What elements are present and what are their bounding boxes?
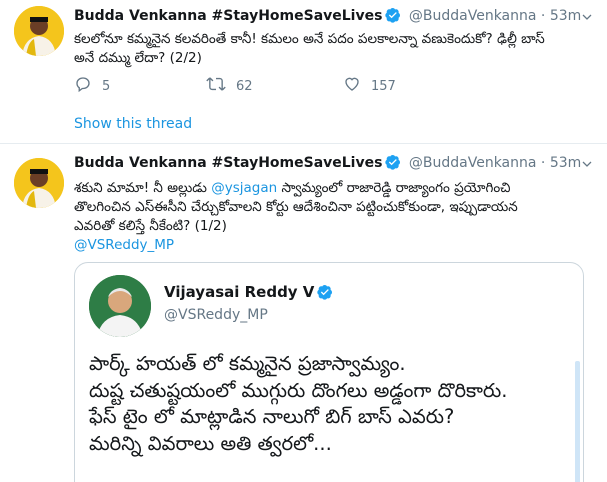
author-handle[interactable]: @BuddaVenkanna xyxy=(409,155,537,171)
tweet-text-fragment: శకుని మామా! నీ అల్లుడు xyxy=(74,180,212,196)
verified-badge-icon xyxy=(385,7,401,27)
mention-link[interactable]: @ysjagan xyxy=(211,180,277,196)
quoted-author-name-text: Vijayasai Reddy V xyxy=(164,283,315,301)
verified-badge-icon xyxy=(317,284,333,304)
avatar[interactable] xyxy=(89,275,151,337)
mention-link[interactable]: @VSReddy_MP xyxy=(74,236,590,255)
like-button[interactable]: 157 xyxy=(343,75,396,97)
scrollbar[interactable] xyxy=(575,361,580,482)
tweet-text-line: కలలోనూ కమ్మనైన కలవరింతే కానీ! కమలం అనే ప… xyxy=(74,31,545,47)
quoted-tweet-text: పార్క్ హయత్ లో కమ్మనైన ప్రజాస్వామ్యం. దు… xyxy=(89,351,549,457)
quoted-text-line: పార్క్ హయత్ లో కమ్మనైన ప్రజాస్వామ్యం. xyxy=(89,352,406,375)
retweet-count: 62 xyxy=(236,78,253,94)
tweet-text-fragment: స్వామ్యంలో రాజారెడ్డి రాజ్యాంగం ప్రయోగిం… xyxy=(277,180,511,196)
quoted-author-handle: @VSReddy_MP xyxy=(164,307,268,323)
tweet-text-line: శకుని మామా! నీ అల్లుడు @ysjagan స్వామ్యం… xyxy=(74,179,590,198)
separator-dot: · xyxy=(540,8,546,24)
like-count: 157 xyxy=(371,78,396,94)
avatar[interactable] xyxy=(14,6,64,56)
show-thread-row[interactable]: Show this thread xyxy=(0,104,607,144)
tweet-header: Budda Venkanna #StayHomeSaveLives @Budda… xyxy=(74,154,581,174)
tweet-time[interactable]: 53m xyxy=(550,155,581,171)
tweet[interactable]: Budda Venkanna #StayHomeSaveLives @Budda… xyxy=(0,0,607,104)
quoted-author-name: Vijayasai Reddy V xyxy=(164,283,336,304)
tweet-text-line: అనే దమ్ము లేదా? (2/2) xyxy=(74,50,202,66)
reply-button[interactable]: 5 xyxy=(74,75,110,97)
author-name[interactable]: Budda Venkanna #StayHomeSaveLives xyxy=(74,155,382,171)
tweet[interactable]: Budda Venkanna #StayHomeSaveLives @Budda… xyxy=(0,145,607,482)
quoted-text-line: ఫేస్ టైం లో మాట్లాడిన నాలుగో బిగ్ బాస్ ఎ… xyxy=(89,405,455,428)
retweet-button[interactable]: 62 xyxy=(206,75,253,97)
quoted-text-line: మరిన్ని వివరాలు అతి త్వరలో... xyxy=(89,431,332,455)
heart-icon xyxy=(343,75,371,97)
chevron-down-icon[interactable] xyxy=(581,8,593,27)
author-name[interactable]: Budda Venkanna #StayHomeSaveLives xyxy=(74,8,382,24)
avatar[interactable] xyxy=(14,158,64,208)
reply-icon xyxy=(74,75,102,97)
tweet-header: Budda Venkanna #StayHomeSaveLives @Budda… xyxy=(74,7,581,27)
separator-dot: · xyxy=(540,155,546,171)
tweet-text: కలలోనూ కమ్మనైన కలవరింతే కానీ! కమలం అనే ప… xyxy=(74,30,590,68)
tweet-time[interactable]: 53m xyxy=(550,8,581,24)
show-thread-link[interactable]: Show this thread xyxy=(74,116,192,132)
verified-badge-icon xyxy=(385,154,401,174)
tweet-text: శకుని మామా! నీ అల్లుడు @ysjagan స్వామ్యం… xyxy=(74,179,590,255)
quoted-text-line: దుష్ట చతుష్టయంలో ముగ్గురు దొంగలు అడ్డంగా… xyxy=(89,378,508,402)
tweet-text-line: ఎవరితో కలిస్తే నీకేంటి? (1/2) xyxy=(74,218,227,234)
quoted-tweet-card[interactable]: Vijayasai Reddy V @VSReddy_MP పార్క్ హయత… xyxy=(74,262,584,482)
chevron-down-icon[interactable] xyxy=(581,155,593,174)
reply-count: 5 xyxy=(102,78,111,94)
tweet-text-line: తొలగించిన ఎస్ఈసీని చేర్చుకోవాలని కోర్టు … xyxy=(74,199,518,215)
author-handle[interactable]: @BuddaVenkanna xyxy=(409,8,537,24)
retweet-icon xyxy=(206,75,236,97)
